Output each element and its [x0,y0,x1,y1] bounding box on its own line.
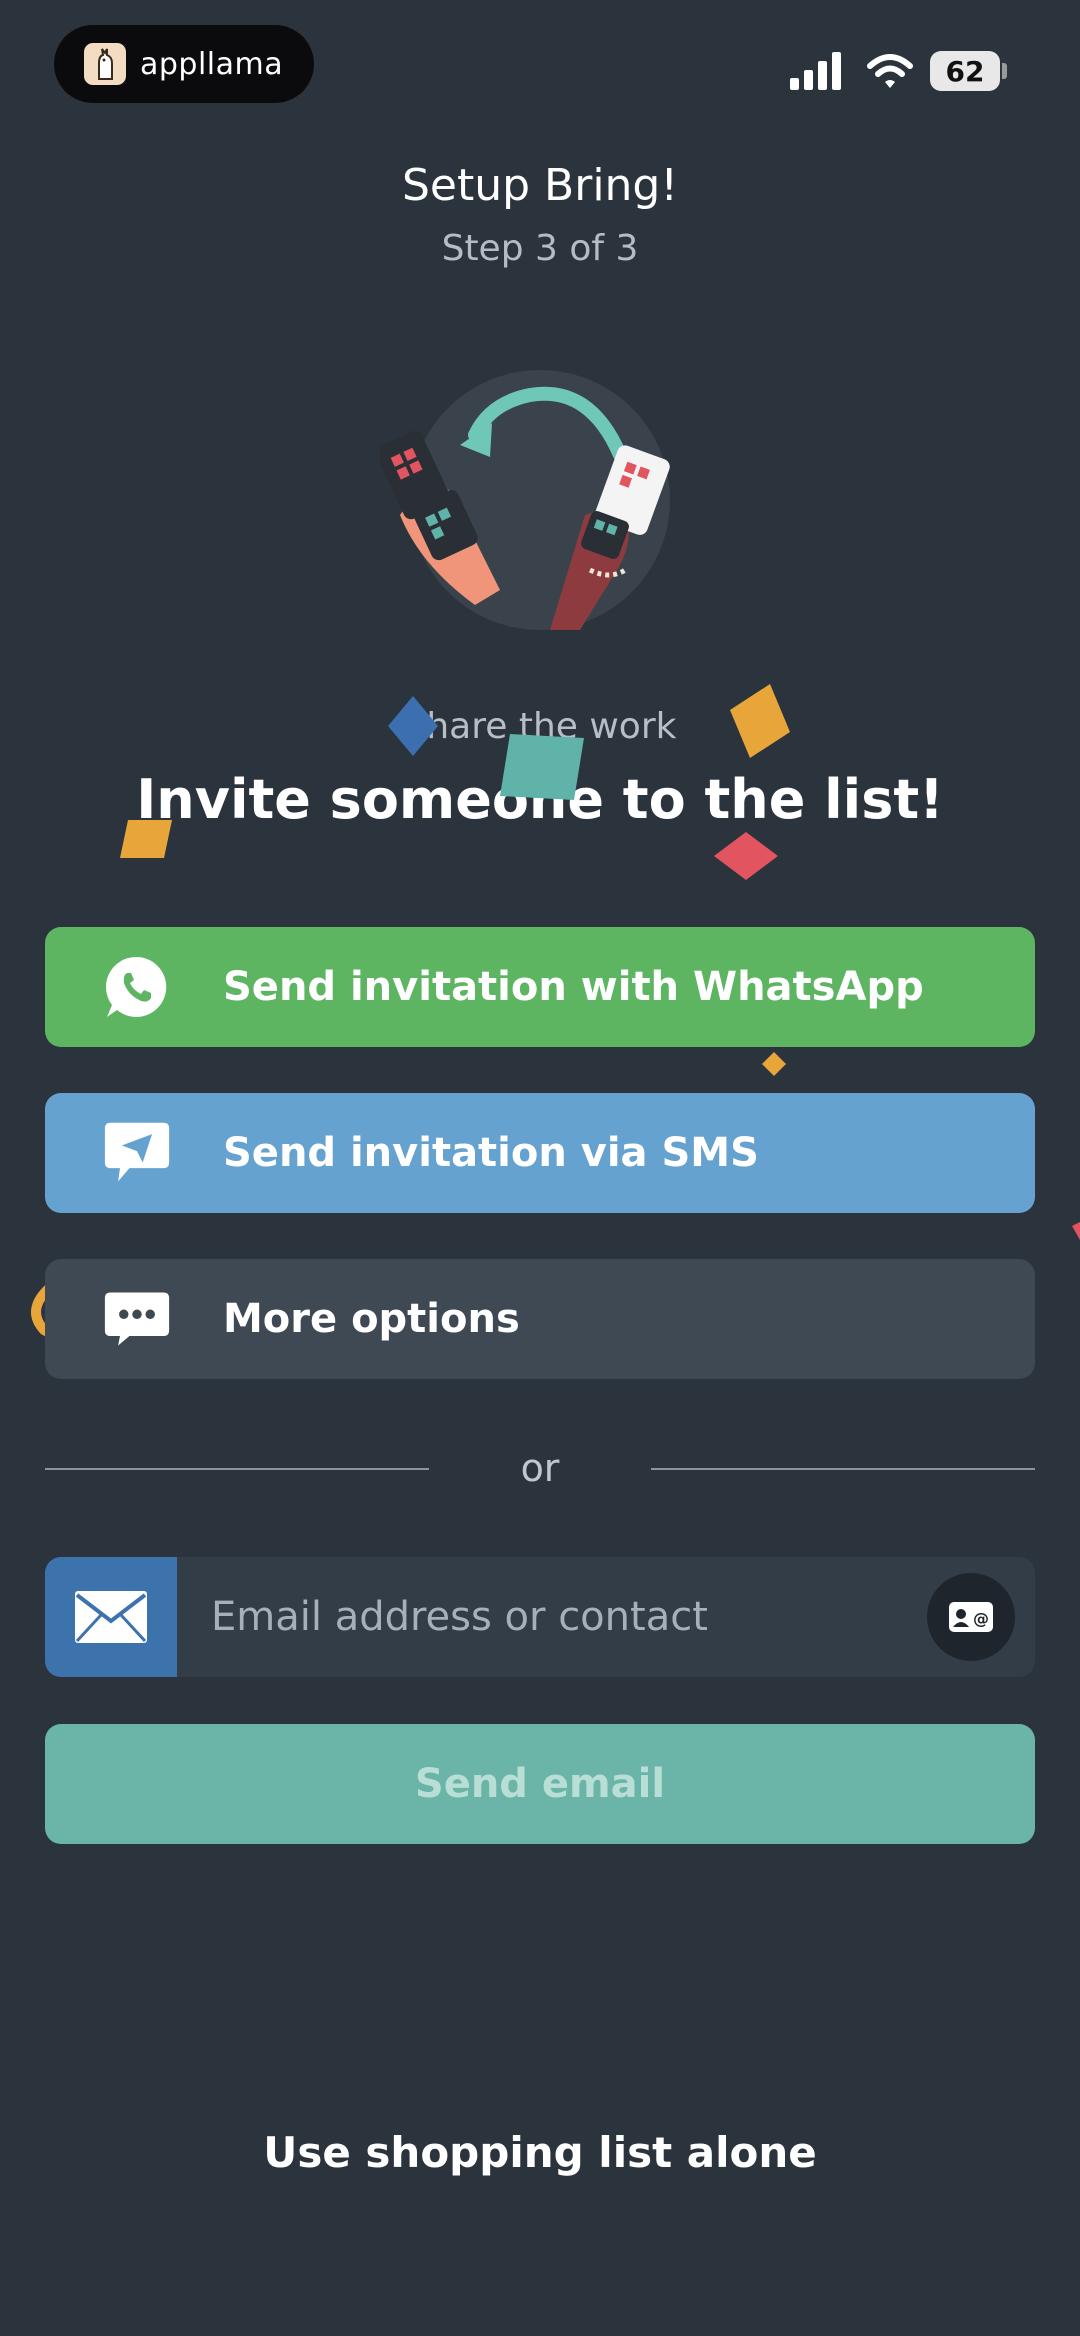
email-field-row: @ [45,1557,1035,1677]
confetti-blue-icon [388,696,438,756]
divider-right [651,1468,1035,1470]
contact-card-icon: @ [949,1602,993,1632]
confetti-teal-icon [500,734,584,800]
confetti-yellow-icon [762,1052,786,1076]
app-badge: appllama [54,25,314,103]
send-message-icon [103,1119,171,1187]
battery-tip [1002,63,1007,79]
battery-level: 62 [930,51,1000,91]
or-separator: or [520,1446,560,1490]
confetti-yellow-icon [120,820,172,858]
whatsapp-invite-label: Send invitation with WhatsApp [223,964,924,1010]
sms-invite-button[interactable]: Send invitation via SMS [45,1093,1035,1213]
sms-invite-label: Send invitation via SMS [223,1130,759,1176]
envelope-icon [45,1557,177,1677]
whatsapp-invite-button[interactable]: Send invitation with WhatsApp [45,927,1035,1047]
cellular-signal-icon [790,52,841,90]
whatsapp-icon [103,953,171,1021]
send-email-button[interactable]: Send email [45,1724,1035,1844]
more-chat-icon [103,1285,171,1353]
confetti-red-icon [1072,1222,1080,1240]
contact-picker-button[interactable]: @ [927,1573,1015,1661]
wifi-icon [867,54,913,88]
divider-left [45,1468,429,1470]
step-indicator: Step 3 of 3 [441,228,639,269]
use-alone-link[interactable]: Use shopping list alone [0,2128,1080,2177]
share-phones-illustration-icon [380,370,670,630]
confetti-yellow-icon [730,684,790,758]
page-title: Setup Bring! [401,160,678,211]
llama-logo-icon [84,43,126,85]
svg-text:@: @ [973,1609,989,1628]
email-input[interactable] [177,1557,927,1677]
app-badge-label: appllama [140,46,284,82]
confetti-red-icon [714,832,778,880]
more-options-button[interactable]: More options [45,1259,1035,1379]
more-options-label: More options [223,1296,520,1342]
